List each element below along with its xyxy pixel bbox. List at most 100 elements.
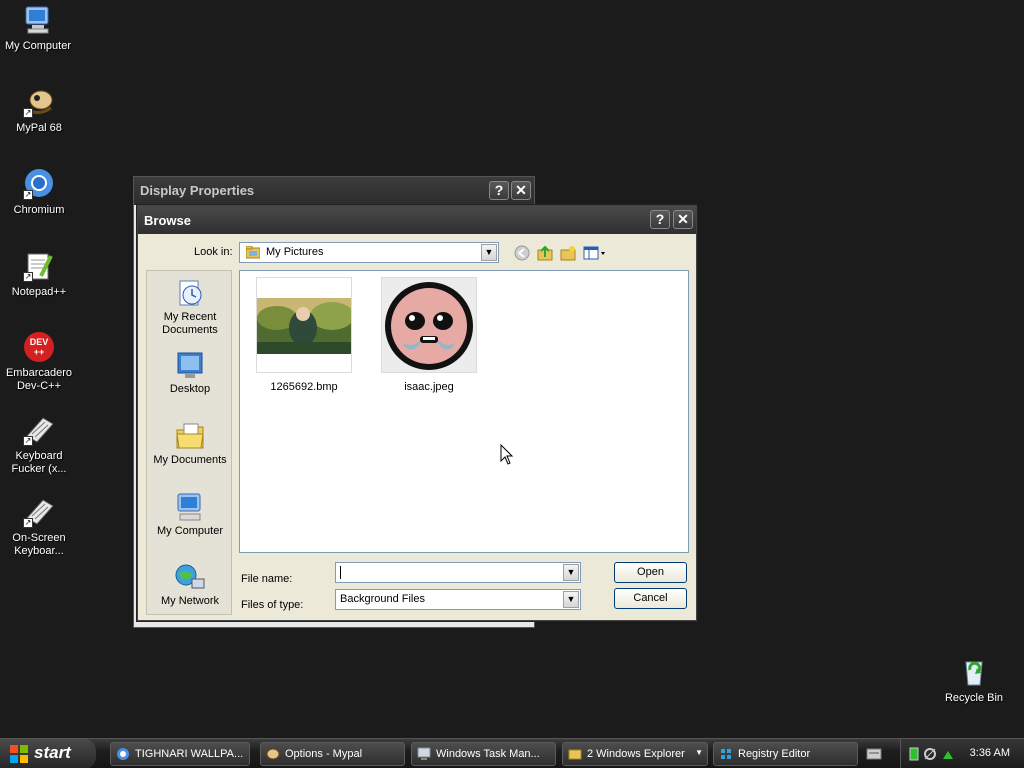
taskbar-item-task-manager[interactable]: Windows Task Man...: [411, 742, 556, 766]
file-name-input[interactable]: ▼: [335, 562, 581, 583]
view-menu-icon[interactable]: [583, 245, 607, 263]
taskbar-item-label: Registry Editor: [738, 748, 811, 760]
shortcut-arrow-icon: ↗: [23, 518, 33, 528]
onscreen-keyboard-icon: ↗: [23, 496, 55, 528]
desktop-icon-notepad-plus-plus[interactable]: ↗ Notepad++: [1, 250, 77, 299]
desktop-icon-chromium[interactable]: ↗ Chromium: [1, 168, 77, 217]
clock[interactable]: 3:36 AM: [970, 747, 1010, 759]
svg-text:DEV: DEV: [30, 337, 49, 347]
look-in-dropdown[interactable]: My Pictures ▼: [239, 242, 499, 263]
help-button[interactable]: ?: [489, 181, 509, 200]
desktop-icon-label: Recycle Bin: [944, 692, 1004, 704]
file-list[interactable]: 1265692.bmp isaac.jpeg: [239, 270, 689, 553]
desktop-icon-recycle-bin[interactable]: Recycle Bin: [936, 656, 1012, 705]
file-thumbnail: [256, 277, 352, 373]
folder-icon: [245, 245, 261, 262]
my-computer-icon: [22, 4, 54, 36]
system-tray: 3:36 AM: [900, 739, 1024, 768]
new-folder-icon[interactable]: [559, 245, 577, 263]
place-label: Desktop: [169, 383, 211, 395]
close-button[interactable]: ✕: [673, 210, 693, 229]
task-manager-icon: [417, 747, 431, 761]
shortcut-arrow-icon: ↗: [23, 190, 33, 200]
file-name-label: File name:: [241, 573, 293, 585]
file-type-dropdown[interactable]: Background Files ▼: [335, 589, 581, 610]
my-computer-icon: [174, 491, 206, 523]
close-button[interactable]: ✕: [511, 181, 531, 200]
place-my-network[interactable]: My Network: [147, 561, 231, 608]
mypal-icon: [266, 747, 280, 761]
desktop-icon-label: Keyboard Fucker (x...: [11, 450, 67, 475]
desktop-icon-label: Notepad++: [11, 286, 67, 298]
taskbar-item-tighnari-wallpaper[interactable]: TIGHNARI WALLPA...: [110, 742, 250, 766]
file-item[interactable]: 1265692.bmp: [256, 277, 352, 393]
start-button[interactable]: start: [0, 739, 96, 768]
place-my-computer[interactable]: My Computer: [147, 491, 231, 538]
chromium-icon: [116, 747, 130, 761]
group-chevron-down-icon: ▼: [695, 748, 703, 757]
network-icon: [174, 561, 206, 593]
taskbar-item-label: Windows Task Man...: [436, 748, 540, 760]
shortcut-arrow-icon: ↗: [23, 436, 33, 446]
browse-titlebar[interactable]: Browse ? ✕: [138, 206, 696, 234]
place-my-documents[interactable]: My Documents: [147, 420, 231, 467]
chevron-down-icon[interactable]: ▼: [563, 564, 579, 581]
safely-remove-hardware-icon[interactable]: [941, 747, 955, 764]
recycle-bin-icon: [958, 656, 990, 688]
desktop-icon-label: MyPal 68: [16, 122, 62, 134]
mouse-cursor-icon: [500, 443, 514, 469]
battery-icon[interactable]: [909, 747, 919, 764]
place-recent-documents[interactable]: My Recent Documents: [147, 277, 231, 337]
text-caret: [340, 566, 341, 579]
window-title: Display Properties: [140, 183, 255, 198]
keyboard-layout-icon[interactable]: [866, 748, 882, 763]
desktop-icon-mypal[interactable]: ↗ MyPal 68: [1, 86, 77, 135]
file-type-label: Files of type:: [241, 599, 304, 611]
desktop-icon-on-screen-keyboard[interactable]: ↗ On-Screen Keyboar...: [1, 496, 77, 558]
registry-editor-icon: [719, 747, 733, 761]
chevron-down-icon[interactable]: ▼: [481, 244, 497, 261]
places-bar: My Recent Documents Desktop My Documents…: [146, 270, 232, 615]
file-type-value: Background Files: [340, 593, 425, 605]
taskbar-item-label: TIGHNARI WALLPA...: [135, 748, 244, 760]
desktop-icon-devcpp[interactable]: DEV ++ Embarcadero Dev-C++: [1, 331, 77, 393]
chevron-down-icon[interactable]: ▼: [563, 591, 579, 608]
keyboard-icon: ↗: [23, 414, 55, 446]
taskbar-item-registry-editor[interactable]: Registry Editor: [713, 742, 858, 766]
place-label: My Documents: [153, 454, 227, 466]
my-documents-icon: [174, 420, 206, 452]
svg-text:++: ++: [34, 347, 45, 357]
desktop-icon-label: Embarcadero Dev-C++: [5, 367, 73, 392]
help-button[interactable]: ?: [650, 210, 670, 229]
dialog-title: Browse: [144, 213, 191, 228]
place-label: My Network: [160, 595, 220, 607]
desktop-icon-my-computer[interactable]: My Computer: [0, 4, 76, 53]
display-properties-titlebar[interactable]: Display Properties ? ✕: [134, 177, 534, 205]
folder-icon: [568, 747, 582, 761]
file-name: 1265692.bmp: [270, 381, 338, 393]
look-in-label: Look in:: [194, 246, 233, 258]
chromium-icon: ↗: [23, 168, 55, 200]
devcpp-icon: DEV ++: [23, 331, 55, 363]
desktop-icon-label: My Computer: [4, 40, 72, 52]
taskbar: start TIGHNARI WALLPA... Options - Mypal…: [0, 738, 1024, 768]
desktop-icon-keyboard-fucker[interactable]: ↗ Keyboard Fucker (x...: [1, 414, 77, 476]
place-desktop[interactable]: Desktop: [147, 349, 231, 396]
back-icon[interactable]: [513, 245, 531, 263]
cancel-button[interactable]: Cancel: [614, 588, 687, 609]
taskbar-item-windows-explorer[interactable]: 2 Windows Explorer ▼: [562, 742, 708, 766]
mypal-icon: ↗: [23, 86, 55, 118]
place-label: My Recent Documents: [162, 311, 218, 336]
taskbar-item-label: Options - Mypal: [285, 748, 363, 760]
file-item[interactable]: isaac.jpeg: [381, 277, 477, 393]
shortcut-arrow-icon: ↗: [23, 108, 33, 118]
shortcut-arrow-icon: ↗: [23, 272, 33, 282]
windows-logo-icon: [10, 745, 28, 763]
taskbar-item-options-mypal[interactable]: Options - Mypal: [260, 742, 405, 766]
up-folder-icon[interactable]: [536, 245, 554, 263]
network-status-icon[interactable]: [923, 747, 937, 764]
place-label: My Computer: [156, 525, 224, 537]
taskbar-item-label: 2 Windows Explorer: [587, 748, 685, 760]
start-label: start: [34, 743, 71, 762]
open-button[interactable]: Open: [614, 562, 687, 583]
